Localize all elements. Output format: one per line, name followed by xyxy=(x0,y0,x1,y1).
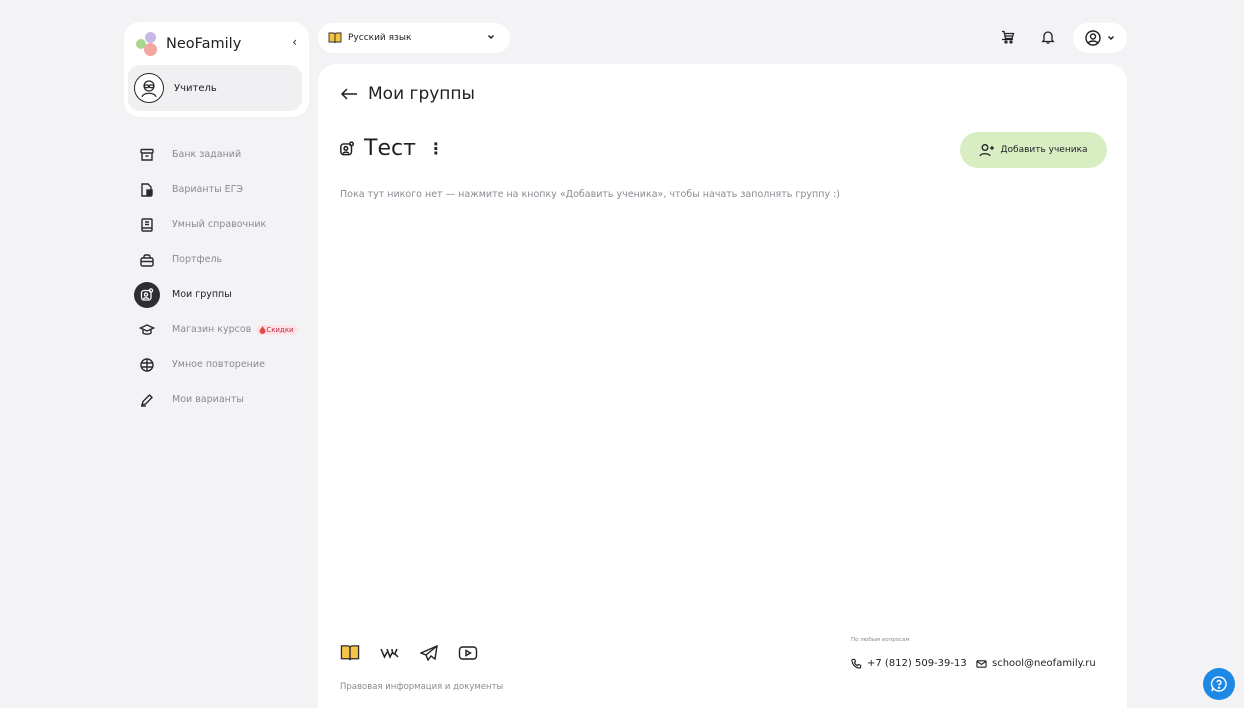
role-label: Учитель xyxy=(174,82,217,94)
chevron-down-icon xyxy=(487,34,495,40)
sidebar-item-label: Умный справочник xyxy=(172,219,267,230)
collapse-sidebar-button[interactable]: ‹ xyxy=(292,35,297,49)
sidebar-item-portfolio[interactable]: Портфель xyxy=(134,242,314,277)
help-button[interactable] xyxy=(1203,668,1235,700)
page-header: Мои группы xyxy=(340,84,475,104)
sidebar-item-label: Мои варианты xyxy=(172,394,244,405)
main-panel: Мои группы Тест ⋮ Добавить ученика Пока … xyxy=(318,64,1127,708)
sidebar-item-smart-repetition[interactable]: Умное повторение xyxy=(134,347,314,382)
brand-row: NeoFamily ‹ xyxy=(136,31,301,57)
teacher-avatar-icon xyxy=(134,73,164,103)
sidebar-item-label: Банк заданий xyxy=(172,149,242,160)
book-icon[interactable] xyxy=(340,644,360,662)
phone-link[interactable]: +7 (812) 509-39-13 xyxy=(851,658,967,669)
legal-info-link[interactable]: Правовая информация и документы xyxy=(340,682,503,692)
page-title: Мои группы xyxy=(368,84,475,104)
archive-icon xyxy=(134,142,160,168)
sidebar-item-label: Умное повторение xyxy=(172,359,265,370)
subject-selector[interactable]: Русский язык xyxy=(318,23,510,53)
user-menu-button[interactable] xyxy=(1073,23,1127,53)
sidebar-menu: Банк заданий Варианты ЕГЭ Умный справочн… xyxy=(134,137,314,417)
social-links xyxy=(340,644,478,662)
group-name: Тест xyxy=(364,136,416,161)
email-address: school@neofamily.ru xyxy=(992,658,1096,669)
brand-card: NeoFamily ‹ Учитель xyxy=(124,22,309,117)
group-icon xyxy=(340,140,355,155)
chevron-down-icon xyxy=(1107,35,1115,41)
briefcase-icon xyxy=(134,247,160,273)
sidebar-item-my-variants[interactable]: Мои варианты xyxy=(134,382,314,417)
sidebar-item-ege-variants[interactable]: Варианты ЕГЭ xyxy=(134,172,314,207)
cart-icon[interactable] xyxy=(1000,29,1016,49)
group-more-menu-button[interactable]: ⋮ xyxy=(428,139,444,158)
phone-number: +7 (812) 509-39-13 xyxy=(867,658,967,669)
youtube-icon[interactable] xyxy=(458,645,478,661)
sidebar-item-course-shop[interactable]: Магазин курсов Скидки xyxy=(134,312,314,347)
phone-icon xyxy=(851,658,862,669)
role-card[interactable]: Учитель xyxy=(128,65,302,111)
email-link[interactable]: school@neofamily.ru xyxy=(976,658,1096,669)
add-student-label: Добавить ученика xyxy=(1000,145,1088,155)
neofamily-logo-icon xyxy=(136,32,160,56)
sidebar-item-label: Мои группы xyxy=(172,289,232,300)
book-open-icon xyxy=(328,32,342,44)
sidebar-item-smart-reference[interactable]: Умный справочник xyxy=(134,207,314,242)
sale-badge-label: Скидки xyxy=(266,325,294,334)
sidebar-item-label: Варианты ЕГЭ xyxy=(172,184,244,195)
brain-icon xyxy=(134,352,160,378)
contact-caption: По любым вопросам xyxy=(851,637,910,643)
back-arrow-icon[interactable] xyxy=(340,87,358,101)
pencil-icon xyxy=(134,387,160,413)
bell-icon[interactable] xyxy=(1040,29,1056,49)
group-header: Тест ⋮ xyxy=(338,136,444,161)
document-icon xyxy=(134,177,160,203)
brand-name: NeoFamily xyxy=(166,36,242,52)
add-user-icon xyxy=(979,144,995,157)
vk-icon[interactable] xyxy=(380,646,400,660)
subject-label: Русский язык xyxy=(348,33,412,43)
mail-icon xyxy=(976,659,987,668)
group-icon xyxy=(134,281,160,308)
book-icon xyxy=(134,212,160,238)
sidebar-item-task-bank[interactable]: Банк заданий xyxy=(134,137,314,172)
user-circle-icon xyxy=(1085,30,1101,46)
sidebar-item-label: Портфель xyxy=(172,254,223,265)
empty-state-message: Пока тут никого нет — нажмите на кнопку … xyxy=(340,189,841,200)
sidebar-item-my-groups[interactable]: Мои группы xyxy=(134,277,314,312)
help-chat-icon xyxy=(1210,676,1227,692)
flame-icon xyxy=(259,325,266,334)
graduation-cap-icon xyxy=(134,317,160,343)
sidebar-item-label: Магазин курсов xyxy=(172,324,252,335)
add-student-button[interactable]: Добавить ученика xyxy=(960,132,1107,168)
sale-badge: Скидки xyxy=(256,324,298,335)
telegram-icon[interactable] xyxy=(420,645,438,661)
